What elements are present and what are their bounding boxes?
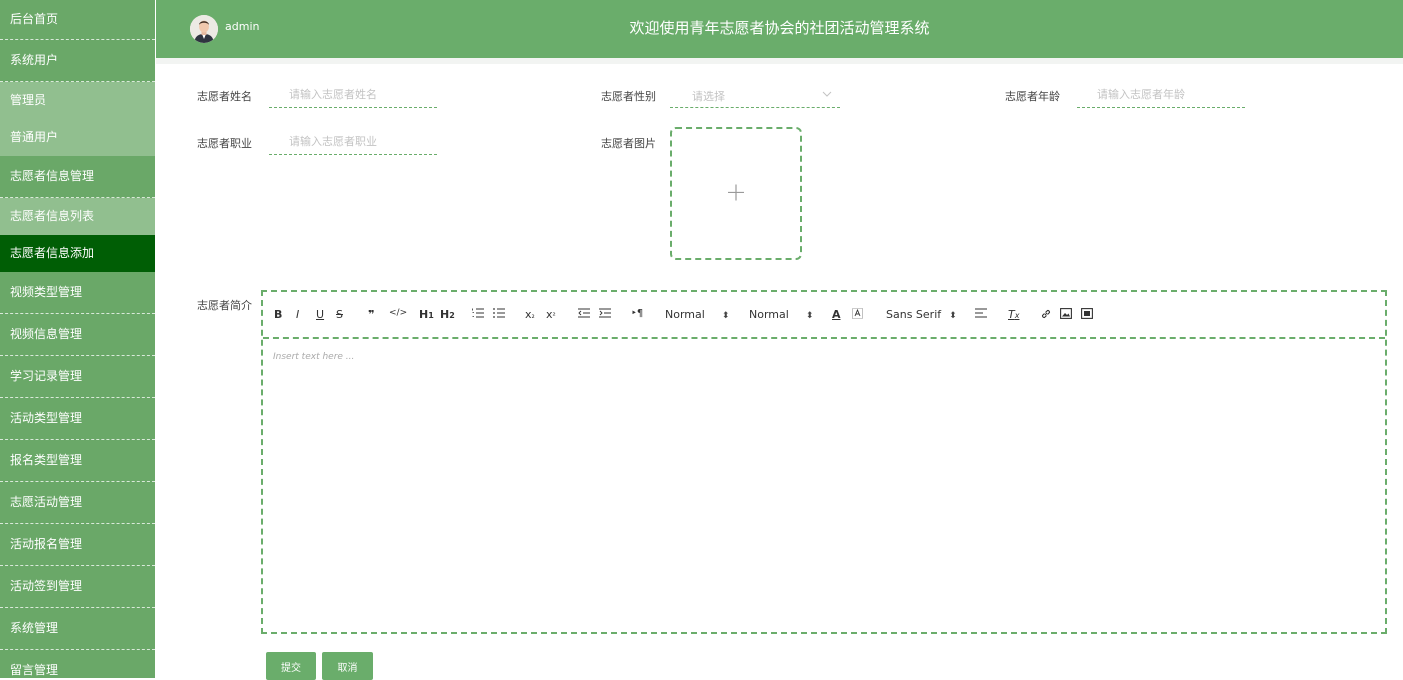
text-color-icon[interactable]: A xyxy=(832,308,841,321)
name-label: 志愿者姓名 xyxy=(197,90,252,103)
h1-button[interactable]: H1 xyxy=(419,308,434,321)
sidebar-item[interactable]: 视频信息管理 xyxy=(0,314,155,356)
sidebar-item[interactable]: 留言管理 xyxy=(0,650,155,678)
sidebar-item[interactable]: 管理员 xyxy=(0,82,155,119)
align-icon[interactable] xyxy=(975,308,987,321)
name-input[interactable] xyxy=(269,82,437,106)
age-input[interactable] xyxy=(1077,82,1245,106)
chevron-down-icon xyxy=(822,85,832,106)
image-icon[interactable] xyxy=(1060,308,1072,322)
sidebar-item[interactable]: 普通用户 xyxy=(0,119,155,156)
header-divider xyxy=(156,58,1403,64)
gender-label: 志愿者性别 xyxy=(601,90,656,103)
rich-text-editor: B I U S ❞ </> H1 H2 x₂ x² ‣¶ Normal ⬍ Nor… xyxy=(261,290,1387,634)
sidebar-item[interactable]: 活动签到管理 xyxy=(0,566,155,608)
sidebar-item[interactable]: 志愿者信息列表 xyxy=(0,198,155,235)
sidebar-item[interactable]: 报名类型管理 xyxy=(0,440,155,482)
sidebar-item[interactable]: 视频类型管理 xyxy=(0,272,155,314)
top-header: admin 欢迎使用青年志愿者协会的社团活动管理系统 xyxy=(156,0,1403,58)
video-icon[interactable] xyxy=(1081,308,1093,322)
job-input[interactable] xyxy=(269,129,437,153)
plus-icon xyxy=(672,175,800,210)
cancel-button[interactable]: 取消 xyxy=(322,652,373,680)
name-field[interactable] xyxy=(269,82,437,108)
text-direction-icon[interactable]: ‣¶ xyxy=(631,308,643,319)
code-icon[interactable]: </> xyxy=(389,308,407,318)
strike-button[interactable]: S xyxy=(336,308,343,321)
photo-upload[interactable] xyxy=(670,127,802,260)
underline-button[interactable]: U xyxy=(316,308,324,321)
sidebar: 后台首页 系统用户 管理员 普通用户 志愿者信息管理 志愿者信息列表 志愿者信息添加 视频类型… xyxy=(0,0,155,678)
bullet-list-icon[interactable] xyxy=(493,308,505,321)
editor-placeholder: Insert text here ... xyxy=(273,352,355,362)
font-select[interactable]: Sans Serif ⬍ xyxy=(886,308,957,321)
outdent-icon[interactable] xyxy=(578,308,590,321)
sidebar-item[interactable]: 活动类型管理 xyxy=(0,398,155,440)
bold-button[interactable]: B xyxy=(274,308,282,321)
sidebar-item[interactable]: 学习记录管理 xyxy=(0,356,155,398)
sidebar-item[interactable]: 系统管理 xyxy=(0,608,155,650)
indent-icon[interactable] xyxy=(599,308,611,321)
sidebar-item[interactable]: 活动报名管理 xyxy=(0,524,155,566)
italic-button[interactable]: I xyxy=(296,308,299,321)
highlight-icon[interactable] xyxy=(852,308,863,322)
intro-label: 志愿者简介 xyxy=(197,299,252,312)
superscript-icon[interactable]: x² xyxy=(546,308,556,321)
submit-button[interactable]: 提交 xyxy=(266,652,316,680)
age-label: 志愿者年龄 xyxy=(1005,90,1060,103)
header-select[interactable]: Normal ⬍ xyxy=(665,308,729,321)
subscript-icon[interactable]: x₂ xyxy=(525,308,535,321)
size-select[interactable]: Normal ⬍ xyxy=(749,308,813,321)
gender-select[interactable]: 请选择 xyxy=(670,82,840,108)
link-icon[interactable] xyxy=(1040,308,1052,323)
sidebar-item[interactable]: 后台首页 xyxy=(0,0,155,40)
clear-format-icon[interactable]: Tx xyxy=(1008,308,1019,321)
editor-toolbar: B I U S ❞ </> H1 H2 x₂ x² ‣¶ Normal ⬍ Nor… xyxy=(263,292,1385,339)
ordered-list-icon[interactable] xyxy=(472,308,484,321)
system-title: 欢迎使用青年志愿者协会的社团活动管理系统 xyxy=(629,19,930,37)
job-field[interactable] xyxy=(269,129,437,155)
editor-content[interactable]: Insert text here ... xyxy=(263,339,1385,632)
sidebar-item[interactable]: 系统用户 xyxy=(0,40,155,82)
photo-label: 志愿者图片 xyxy=(601,137,656,150)
sidebar-item[interactable]: 志愿活动管理 xyxy=(0,482,155,524)
gender-select-placeholder: 请选择 xyxy=(692,90,725,103)
sidebar-item[interactable]: 志愿者信息添加 xyxy=(0,235,155,272)
h2-button[interactable]: H2 xyxy=(440,308,455,321)
job-label: 志愿者职业 xyxy=(197,137,252,150)
blockquote-icon[interactable]: ❞ xyxy=(368,308,374,321)
age-field[interactable] xyxy=(1077,82,1245,108)
sidebar-item[interactable]: 志愿者信息管理 xyxy=(0,156,155,198)
